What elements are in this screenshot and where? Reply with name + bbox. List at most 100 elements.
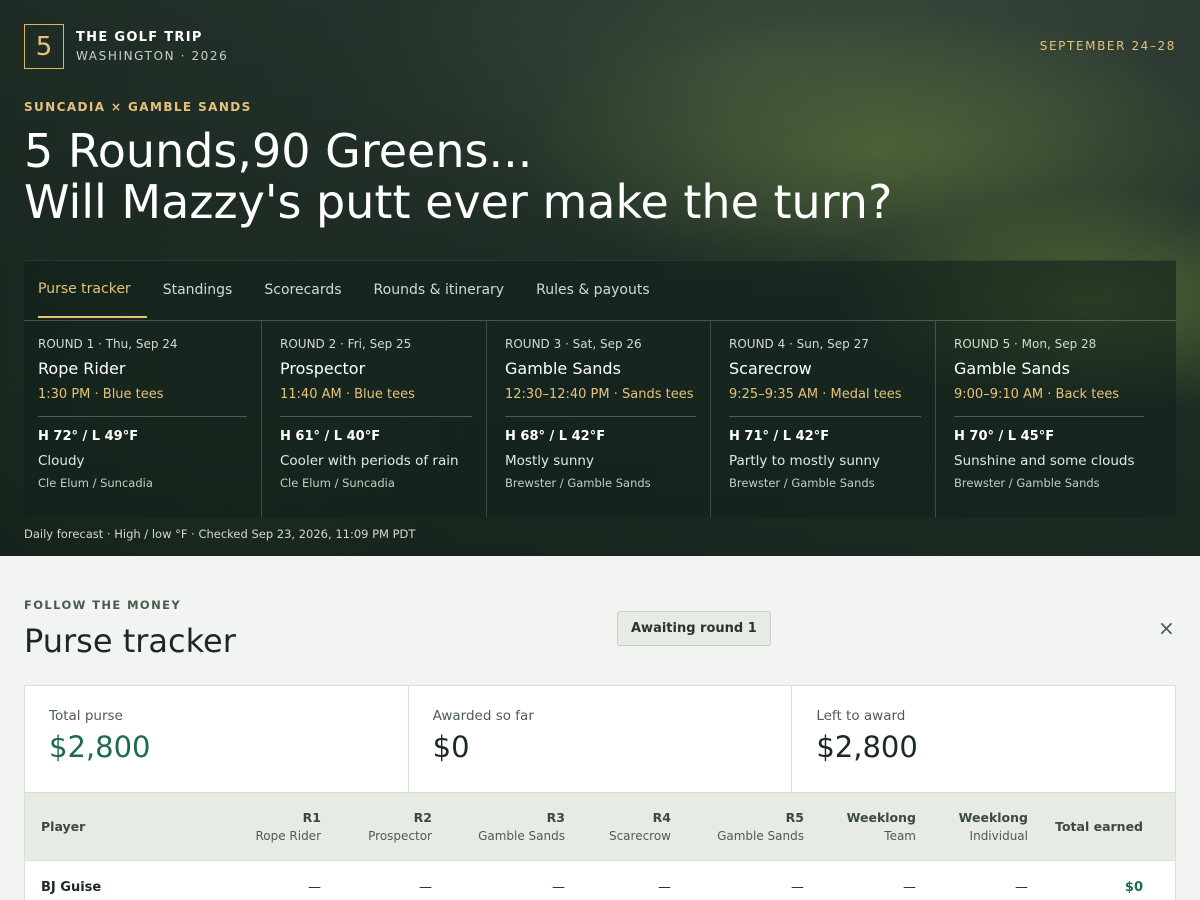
round-tee-time: 1:30 PM · Blue tees: [38, 387, 247, 417]
round-course: Rope Rider: [38, 359, 126, 378]
round-condition: Sunshine and some clouds: [954, 453, 1135, 469]
round-course: Gamble Sands: [505, 359, 621, 378]
round-course: Gamble Sands: [954, 359, 1070, 378]
column-subtitle: Individual: [969, 829, 1028, 843]
column-subtitle: Prospector: [368, 829, 432, 843]
cell-r1: —: [308, 879, 321, 895]
cell-r5: —: [791, 879, 804, 895]
round-card-5: ROUND 5 · Mon, Sep 28 Gamble Sands 9:00–…: [936, 321, 1176, 517]
round-location: Cle Elum / Suncadia: [280, 476, 395, 490]
cell-total-earned: $0: [1124, 879, 1143, 895]
stat-value: $0: [432, 730, 470, 764]
stat-awarded: Awarded so far $0: [409, 686, 793, 792]
trip-dates: SEPTEMBER 24–28: [1039, 39, 1176, 53]
round-temperature: H 61° / L 40°F: [280, 429, 381, 444]
purse-card: Total purse $2,800 Awarded so far $0 Lef…: [24, 685, 1176, 900]
column-weeklong-individual[interactable]: Weeklong Individual: [916, 810, 1028, 843]
column-subtitle: Scarecrow: [608, 829, 671, 843]
stat-total-purse: Total purse $2,800: [25, 686, 409, 792]
headline-line-2: Will Mazzy's putt ever make the turn?: [24, 175, 893, 229]
column-title: Weeklong: [846, 810, 916, 825]
hero-headline: 5 Rounds,90 Greens... Will Mazzy's putt …: [24, 126, 892, 228]
stat-value: $2,800: [49, 730, 151, 764]
round-temperature: H 70° / L 45°F: [954, 429, 1055, 444]
column-subtitle: Gamble Sands: [717, 829, 804, 843]
status-badge: Awaiting round 1: [617, 611, 771, 646]
round-location: Brewster / Gamble Sands: [954, 476, 1100, 490]
round-tee-time: 11:40 AM · Blue tees: [280, 387, 472, 417]
column-r5[interactable]: R5 Gamble Sands: [671, 810, 804, 843]
player-name: BJ Guise: [41, 879, 102, 895]
round-forecast-list: ROUND 1 · Thu, Sep 24 Rope Rider 1:30 PM…: [24, 321, 1176, 517]
tab-scorecards[interactable]: Scorecards: [248, 261, 357, 319]
column-r1[interactable]: R1 Rope Rider: [225, 810, 321, 843]
round-card-1: ROUND 1 · Thu, Sep 24 Rope Rider 1:30 PM…: [24, 321, 262, 517]
round-card-4: ROUND 4 · Sun, Sep 27 Scarecrow 9:25–9:3…: [711, 321, 936, 517]
tab-rules-payouts[interactable]: Rules & payouts: [520, 261, 666, 319]
stat-label: Left to award: [816, 708, 906, 724]
round-course: Prospector: [280, 359, 366, 378]
round-label: ROUND 5 · Mon, Sep 28: [954, 337, 1097, 351]
round-location: Cle Elum / Suncadia: [38, 476, 153, 490]
round-condition: Mostly sunny: [505, 453, 594, 469]
close-icon[interactable]: ×: [1158, 616, 1175, 640]
hero-eyebrow: SUNCADIA × GAMBLE SANDS: [24, 100, 252, 114]
rounds-panel: Purse tracker Standings Scorecards Round…: [24, 260, 1176, 517]
column-title: R4: [652, 810, 671, 825]
headline-line-1: 5 Rounds,90 Greens...: [24, 124, 533, 178]
purse-stats: Total purse $2,800 Awarded so far $0 Lef…: [25, 686, 1175, 793]
column-title: Weeklong: [958, 810, 1028, 825]
brand-mark: 5: [24, 24, 64, 69]
brand-text: THE GOLF TRIP WASHINGTON · 2026: [76, 30, 228, 63]
tab-rounds-itinerary[interactable]: Rounds & itinerary: [358, 261, 521, 319]
column-total-earned[interactable]: Total earned: [1028, 819, 1159, 834]
stat-value: $2,800: [816, 730, 918, 764]
column-player[interactable]: Player: [25, 819, 225, 834]
column-subtitle: Team: [884, 829, 916, 843]
column-title: Total earned: [1055, 819, 1143, 834]
stat-label: Total purse: [49, 708, 123, 724]
column-subtitle: Gamble Sands: [478, 829, 565, 843]
round-location: Brewster / Gamble Sands: [729, 476, 875, 490]
cell-r4: —: [658, 879, 671, 895]
column-subtitle: Rope Rider: [255, 829, 321, 843]
tab-standings[interactable]: Standings: [147, 261, 249, 319]
stat-left-to-award: Left to award $2,800: [792, 686, 1175, 792]
round-temperature: H 71° / L 42°F: [729, 429, 830, 444]
brand-subtitle: WASHINGTON · 2026: [76, 49, 229, 63]
table-header: Player R1 Rope Rider R2 Prospector R3 Ga…: [25, 793, 1175, 861]
tab-purse-tracker[interactable]: Purse tracker: [38, 261, 147, 318]
column-title: R2: [413, 810, 432, 825]
brand-title: THE GOLF TRIP: [76, 30, 203, 45]
column-r4[interactable]: R4 Scarecrow: [565, 810, 671, 843]
round-label: ROUND 4 · Sun, Sep 27: [729, 337, 869, 351]
table-row[interactable]: BJ Guise — — — — — — — $0: [25, 861, 1175, 900]
cell-weeklong-team: —: [903, 879, 916, 895]
round-condition: Cloudy: [38, 453, 85, 469]
cell-weeklong-individual: —: [1015, 879, 1028, 895]
cell-r3: —: [552, 879, 565, 895]
purse-title: Purse tracker: [24, 622, 236, 660]
column-r2[interactable]: R2 Prospector: [321, 810, 432, 843]
cell-r2: —: [419, 879, 432, 895]
round-condition: Partly to mostly sunny: [729, 453, 880, 469]
purse-eyebrow: FOLLOW THE MONEY: [24, 598, 182, 612]
column-title: R3: [546, 810, 565, 825]
round-temperature: H 72° / L 49°F: [38, 429, 139, 444]
round-course: Scarecrow: [729, 359, 812, 378]
column-title: R1: [302, 810, 321, 825]
round-label: ROUND 3 · Sat, Sep 26: [505, 337, 642, 351]
column-title: R5: [785, 810, 804, 825]
round-tee-time: 9:00–9:10 AM · Back tees: [954, 387, 1144, 417]
round-card-2: ROUND 2 · Fri, Sep 25 Prospector 11:40 A…: [262, 321, 487, 517]
round-label: ROUND 2 · Fri, Sep 25: [280, 337, 412, 351]
round-card-3: ROUND 3 · Sat, Sep 26 Gamble Sands 12:30…: [487, 321, 711, 517]
round-tee-time: 12:30–12:40 PM · Sands tees: [505, 387, 696, 417]
forecast-note: Daily forecast · High / low °F · Checked…: [24, 527, 416, 541]
round-tee-time: 9:25–9:35 AM · Medal tees: [729, 387, 921, 417]
brand-logo[interactable]: 5 THE GOLF TRIP WASHINGTON · 2026: [24, 24, 228, 69]
tab-bar: Purse tracker Standings Scorecards Round…: [24, 261, 1176, 321]
column-r3[interactable]: R3 Gamble Sands: [432, 810, 565, 843]
column-weeklong-team[interactable]: Weeklong Team: [804, 810, 916, 843]
round-condition: Cooler with periods of rain: [280, 453, 459, 469]
